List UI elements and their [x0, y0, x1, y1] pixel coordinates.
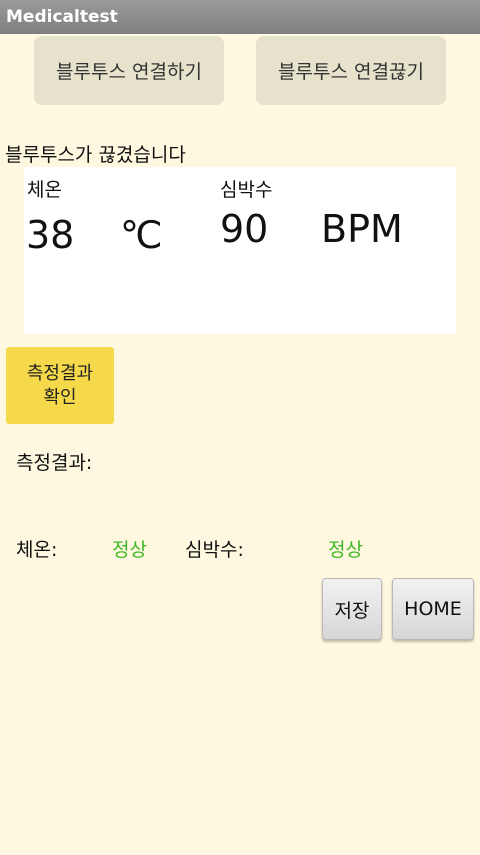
bluetooth-connect-label: 블루투스 연결하기	[56, 61, 202, 83]
home-label: HOME	[404, 598, 462, 620]
save-label: 저장	[334, 599, 370, 622]
result-heading: 측정결과:	[16, 452, 93, 474]
bluetooth-status-text: 블루투스가 끊겼습니다	[5, 144, 186, 166]
result-heart-rate-label: 심박수:	[185, 539, 244, 561]
heart-rate-value: 90	[220, 207, 269, 251]
bluetooth-disconnect-button[interactable]: 블루투스 연결끊기	[256, 36, 446, 105]
result-heart-rate-status: 정상	[328, 539, 363, 561]
result-temperature-label: 체온:	[16, 539, 58, 561]
home-button[interactable]: HOME	[392, 578, 474, 640]
temperature-label: 체온	[27, 179, 62, 201]
heart-rate-label: 심박수	[220, 179, 273, 201]
app-title: Medicaltest	[6, 7, 118, 27]
save-button[interactable]: 저장	[322, 578, 382, 640]
heart-rate-unit: BPM	[321, 207, 403, 251]
check-result-label-line1: 측정결과	[26, 362, 94, 384]
check-result-button[interactable]: 측정결과 확인	[6, 347, 114, 424]
app-titlebar: Medicaltest	[0, 0, 480, 34]
bluetooth-connect-button[interactable]: 블루투스 연결하기	[34, 36, 224, 105]
temperature-unit: ℃	[120, 213, 163, 257]
check-result-label-line2: 확인	[43, 386, 77, 408]
bluetooth-disconnect-label: 블루투스 연결끊기	[278, 61, 424, 83]
temperature-value: 38	[26, 213, 75, 257]
result-temperature-status: 정상	[112, 539, 147, 561]
measurement-panel: 체온 심박수 38 ℃ 90 BPM	[24, 167, 456, 334]
